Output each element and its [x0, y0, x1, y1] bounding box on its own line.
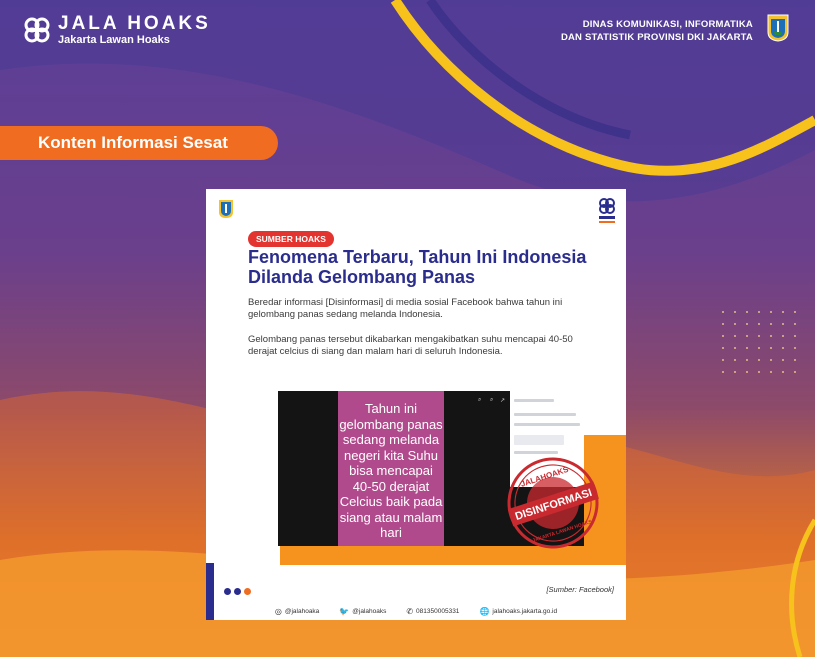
- brand-name: JALA HOAKS: [58, 13, 211, 34]
- contact-whatsapp[interactable]: ✆ 081350005331: [406, 607, 459, 616]
- expand-icon: ↗: [500, 398, 506, 404]
- zoom-out-icon: ⌕: [490, 397, 494, 403]
- agency-line-1: DINAS KOMUNIKASI, INFORMATIKA: [582, 19, 753, 30]
- contact-website[interactable]: 🌐 jalahoaks.jakarta.go.id: [479, 607, 557, 616]
- contact-twitter[interactable]: 🐦 @jalahoaks: [339, 607, 386, 616]
- category-label: Konten Informasi Sesat: [0, 126, 278, 160]
- disinformasi-stamp: DISINFORMASI JALAHOAKS JAKARTA LAWAN HOA…: [507, 457, 599, 549]
- screenshot-caption: Tahun ini gelombang panas sedang melanda…: [338, 391, 444, 546]
- hoax-info-card: SUMBER HOAKS Fenomena Terbaru, Tahun Ini…: [206, 189, 626, 620]
- jalahoaks-logo: JALA HOAKS Jakarta Lawan Hoaks: [22, 14, 211, 46]
- contact-bar: ◎ @jalahoaka 🐦 @jalahoaks ✆ 081350005331 🌐 j…: [206, 603, 626, 620]
- source-note: [Sumber: Facebook]: [546, 585, 614, 594]
- whatsapp-icon: ✆: [406, 607, 414, 616]
- website-url: jalahoaks.jakarta.go.id: [492, 608, 558, 615]
- source-badge: SUMBER HOAKS: [248, 231, 334, 247]
- jalahoaks-logo-icon: [24, 17, 50, 43]
- agency-line-2: DAN STATISTIK PROVINSI DKI JAKARTA: [560, 32, 753, 43]
- instagram-handle: @jalahoaka: [284, 608, 320, 615]
- twitter-handle: @jalahoaks: [352, 608, 387, 615]
- agency-name: DINAS KOMUNIKASI, INFORMATIKA DAN STATIS…: [561, 18, 753, 44]
- globe-icon: 🌐: [479, 607, 490, 616]
- contact-instagram[interactable]: ◎ @jalahoaka: [275, 607, 319, 616]
- article-paragraph-2: Gelombang panas tersebut dikabarkan meng…: [248, 334, 573, 357]
- brand-tagline: Jakarta Lawan Hoaks: [58, 34, 170, 46]
- dki-emblem-icon: [767, 14, 789, 42]
- article-title: Fenomena Terbaru, Tahun Ini Indonesia Di…: [248, 247, 587, 287]
- jalahoaks-small-logo-icon: [599, 198, 615, 223]
- poster-background: JALA HOAKS Jakarta Lawan Hoaks DINAS KOM…: [0, 0, 815, 657]
- instagram-icon: ◎: [274, 607, 282, 616]
- dki-emblem-small-icon: [219, 200, 233, 218]
- article-paragraph-1: Beredar informasi [Disinformasi] di medi…: [248, 297, 563, 320]
- zoom-in-icon: ⌕: [478, 397, 482, 403]
- category-label-text: Konten Informasi Sesat: [38, 133, 228, 152]
- whatsapp-number: 081350005331: [416, 608, 460, 615]
- color-dots: [224, 588, 251, 595]
- dot-grid-decoration: [722, 311, 796, 373]
- twitter-icon: 🐦: [339, 607, 350, 616]
